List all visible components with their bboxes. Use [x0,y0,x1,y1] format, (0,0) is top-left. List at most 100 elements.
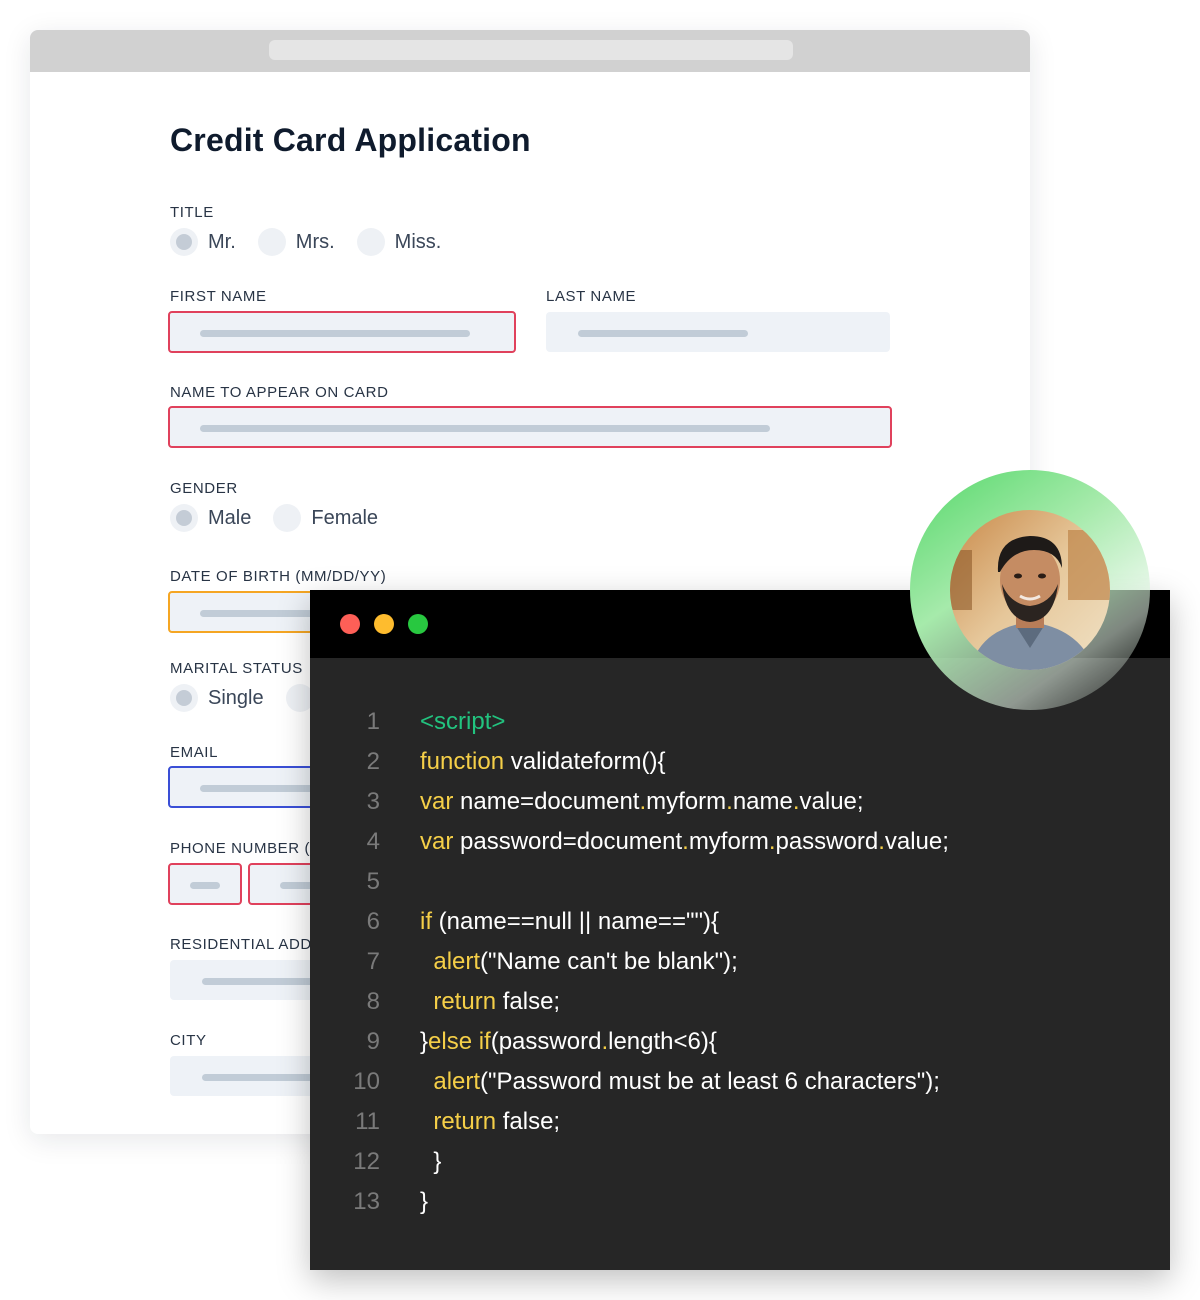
radio-unchecked[interactable] [356,228,385,256]
line-number: 6 [366,908,380,935]
code-token: ("Name can't be blank"); [480,948,738,975]
email-label: EMAIL [170,744,219,761]
code-text: }else if(password.length<6){ [420,1022,717,1062]
dob-label: DATE OF BIRTH (MM/DD/YY) [170,568,387,585]
code-token: false; [496,988,561,1015]
line-number: 1 [366,708,380,735]
avatar [950,510,1110,670]
gender-option-female[interactable]: Female [273,504,378,532]
address-bar[interactable] [269,40,793,60]
line-number: 8 [366,988,380,1015]
code-token: return [433,1108,497,1135]
line-number: 3 [366,788,380,815]
radio-checked[interactable] [170,504,198,532]
line-number: 4 [366,828,380,855]
city-label: CITY [170,1032,207,1049]
code-token: else if [428,1028,491,1055]
code-token: alert [433,948,481,975]
gender-option-male[interactable]: Male [170,504,251,532]
code-text: function validateform(){ [420,742,665,782]
line-number: 13 [353,1188,380,1215]
placeholder-line [578,330,748,337]
first-name-input[interactable] [168,311,516,353]
code-token: function [420,748,505,775]
title-option-mrs[interactable]: Mrs. [257,228,335,256]
code-token: name=document [453,788,640,815]
first-name-label: FIRST NAME [170,288,267,305]
browser-titlebar [30,30,1030,72]
code-text: alert("Name can't be blank"); [420,942,738,982]
radio-unchecked[interactable] [273,504,302,532]
code-token: } [420,1188,429,1215]
line-number: 10 [353,1068,380,1095]
code-token: length<6){ [608,1028,717,1055]
code-token: validateform(){ [504,748,666,775]
code-token: . [878,828,885,855]
card-name-input[interactable] [168,406,892,448]
radio-checked[interactable] [170,684,198,712]
code-token: return [433,988,497,1015]
line-number: 11 [355,1108,380,1135]
placeholder-line [190,882,220,889]
radio-label: Miss. [394,230,442,253]
code-text: var name=document.myform.name.value; [420,782,864,822]
code-token: . [792,788,800,815]
code-text: return false; [420,1102,560,1142]
radio-label: Male [208,506,252,529]
title-radio-group: Mr. Mrs. Miss. [170,228,463,256]
title-option-miss[interactable]: Miss. [356,228,442,256]
code-token: var [420,788,454,815]
placeholder-line [200,425,770,432]
form-title: Credit Card Application [170,122,531,158]
line-number: 2 [366,748,380,775]
code-token: . [726,788,733,815]
close-window-button[interactable] [340,614,360,634]
code-text: if (name==null || name==""){ [420,902,719,942]
gender-label: GENDER [170,480,238,497]
code-token: myform [646,788,727,815]
code-text: } [420,1182,428,1222]
person-photo-icon [950,510,1110,670]
code-token: } [420,1028,429,1055]
last-name-label: LAST NAME [546,288,637,305]
gender-radio-group: Male Female [170,504,400,532]
code-token: if [420,908,432,935]
code-text: return false; [420,982,560,1022]
phone-area-code-input[interactable] [168,863,242,905]
code-token: . [682,828,689,855]
address-label: RESIDENTIAL ADD [170,936,312,953]
code-token: value; [799,788,864,815]
code-token: (password [490,1028,602,1055]
code-token: var [420,828,454,855]
placeholder-line [200,330,470,337]
radio-label: Mr. [208,230,236,253]
radio-unchecked[interactable] [257,228,286,256]
radio-checked[interactable] [170,228,198,256]
code-text: alert("Password must be at least 6 chara… [420,1062,940,1102]
radio-label: Mrs. [295,230,335,253]
code-text: } [420,1142,441,1182]
line-number: 9 [366,1028,380,1055]
code-token: false; [496,1108,561,1135]
code-text: <script> [420,702,505,742]
card-name-label: NAME TO APPEAR ON CARD [170,384,389,401]
code-token: password [775,828,879,855]
title-option-mr[interactable]: Mr. [170,228,236,256]
code-text: var password=document.myform.password.va… [420,822,949,862]
marital-status-label: MARITAL STATUS [170,660,303,677]
code-token: ("Password must be at least 6 characters… [480,1068,940,1095]
minimize-window-button[interactable] [374,614,394,634]
code-token: password=document [453,828,683,855]
code-token: <script> [420,708,506,735]
code-token: name [732,788,793,815]
marital-option-single[interactable]: Single [170,684,264,712]
radio-label: Single [208,686,264,709]
last-name-input[interactable] [546,312,890,352]
maximize-window-button[interactable] [408,614,428,634]
code-token: } [420,1148,442,1175]
radio-label: Female [311,506,379,529]
